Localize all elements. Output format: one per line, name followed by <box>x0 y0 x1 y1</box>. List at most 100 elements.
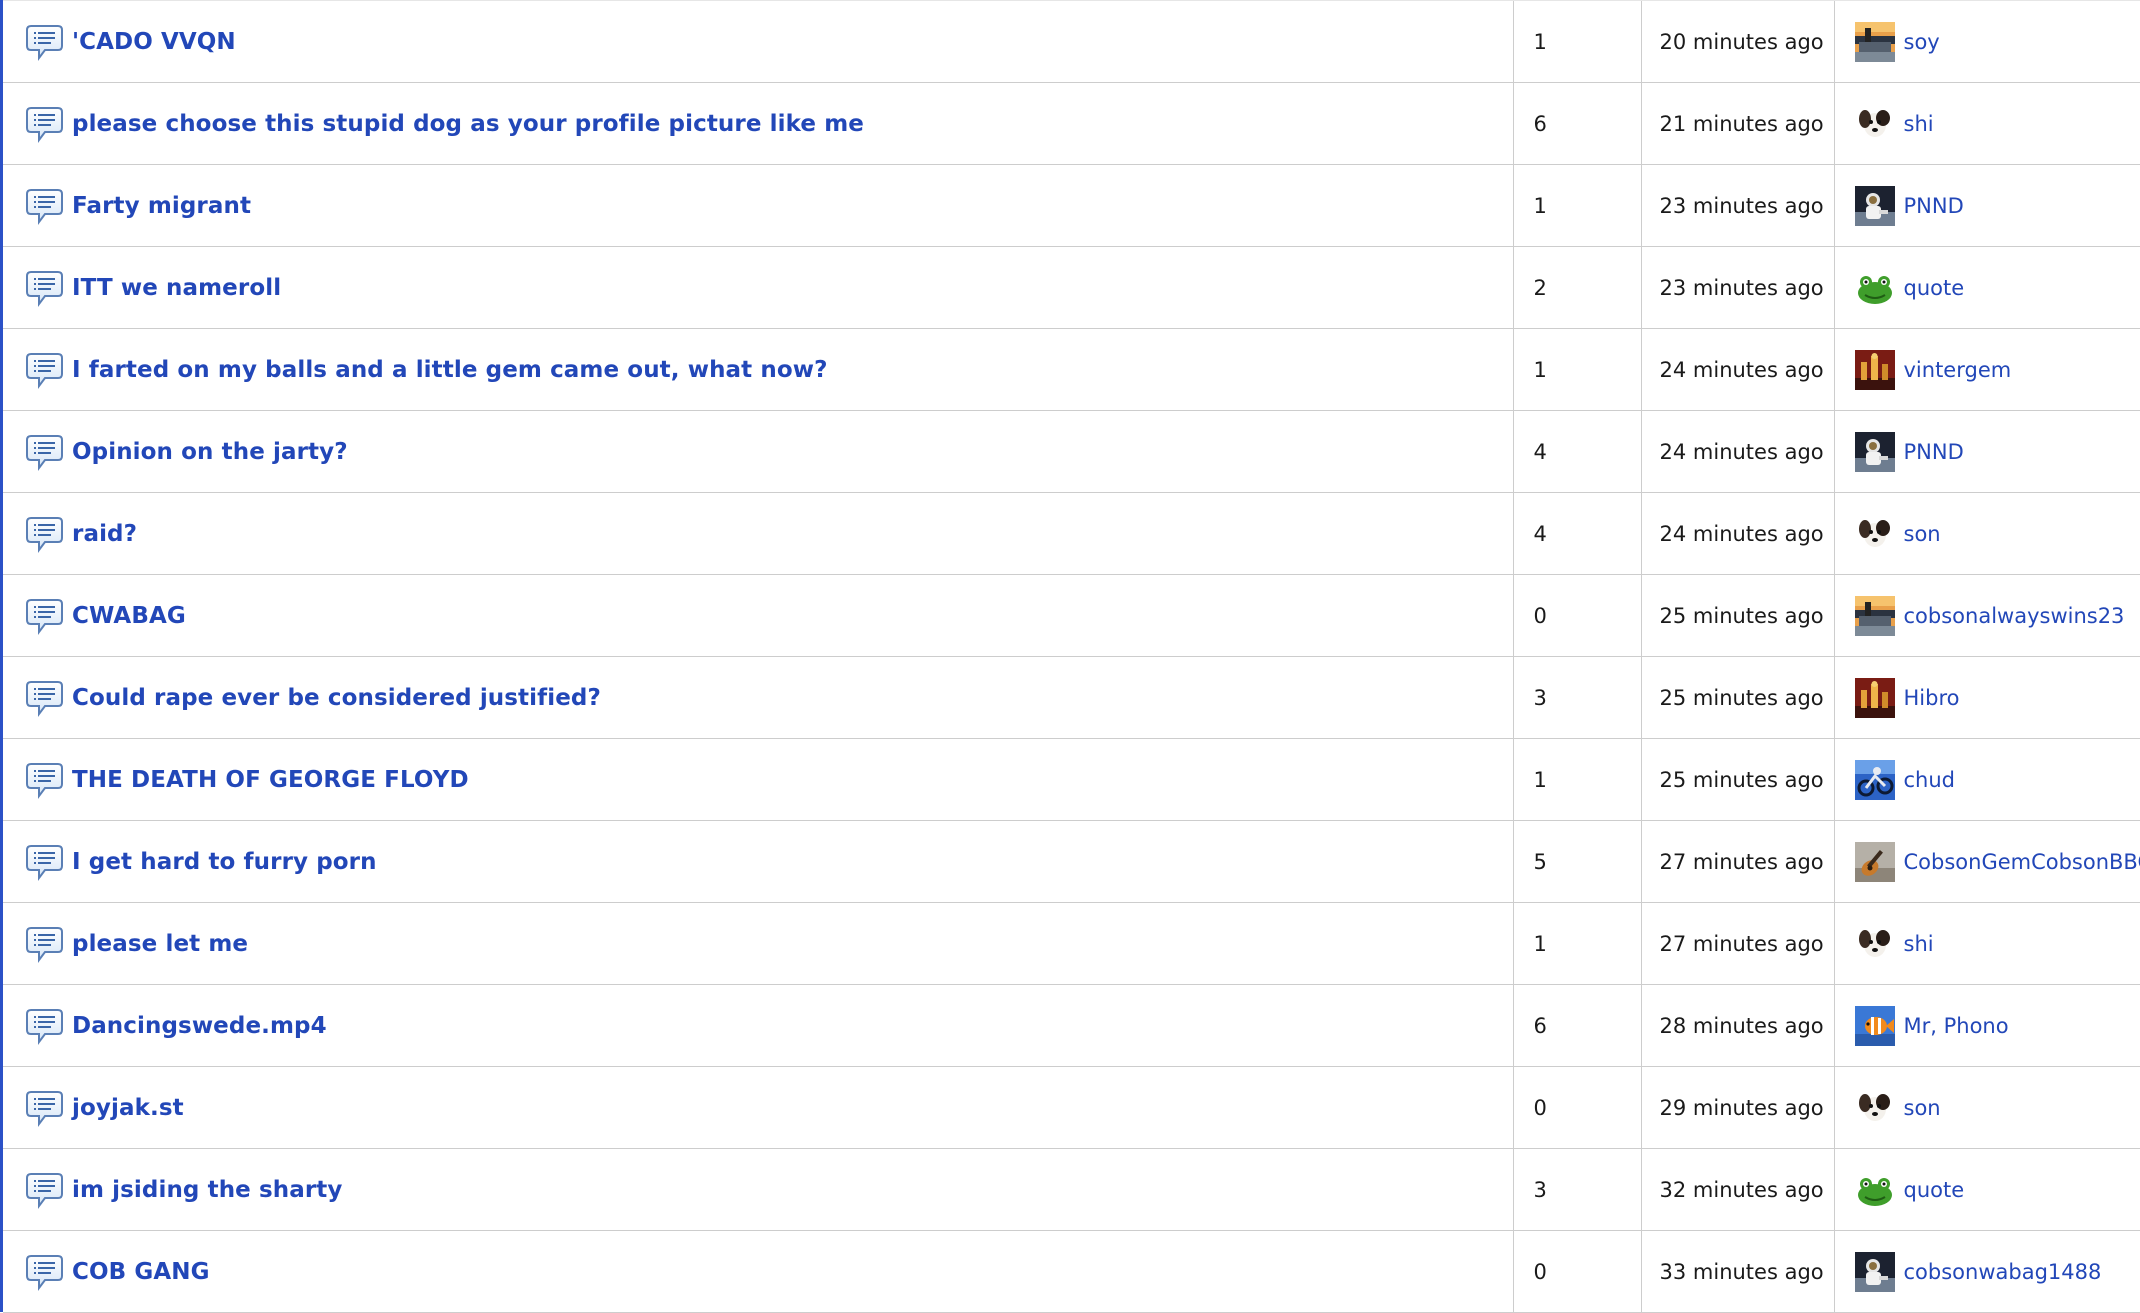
reply-count: 0 <box>1513 1067 1641 1149</box>
topic-bubble-icon <box>25 1007 65 1045</box>
thread-row: Farty migrant 1 23 minutes ago PNND <box>3 165 2140 247</box>
author-link[interactable]: PNND <box>1904 194 1964 218</box>
dog-avatar[interactable] <box>1855 924 1895 964</box>
astronaut-avatar[interactable] <box>1855 432 1895 472</box>
last-post-time: 21 minutes ago <box>1641 83 1834 165</box>
last-post-time: 20 minutes ago <box>1641 1 1834 83</box>
reply-count: 3 <box>1513 1149 1641 1231</box>
thread-title-link[interactable]: Could rape ever be considered justified? <box>72 685 601 711</box>
author-link[interactable]: Hibro <box>1904 686 1960 710</box>
author-link[interactable]: son <box>1904 1096 1941 1120</box>
fish-avatar[interactable] <box>1855 1006 1895 1046</box>
topic-bubble-icon <box>25 515 65 553</box>
bike-avatar[interactable] <box>1855 760 1895 800</box>
thread-title-link[interactable]: 'CADO VVQN <box>72 29 236 55</box>
thread-title-link[interactable]: Opinion on the jarty? <box>72 439 348 465</box>
ship-avatar[interactable] <box>1855 596 1895 636</box>
thread-title-link[interactable]: please let me <box>72 931 248 957</box>
thread-title-cell: Could rape ever be considered justified? <box>3 657 1513 739</box>
thread-title-link[interactable]: Dancingswede.mp4 <box>72 1013 327 1039</box>
last-post-author-cell: son <box>1834 1067 2140 1149</box>
author-link[interactable]: shi <box>1904 932 1934 956</box>
last-post-author-cell: quote <box>1834 1149 2140 1231</box>
thread-title-link[interactable]: I get hard to furry porn <box>72 849 377 875</box>
author-link[interactable]: cobsonalwayswins23 <box>1904 604 2125 628</box>
thread-row: please let me 1 27 minutes ago shi <box>3 903 2140 985</box>
author-link[interactable]: son <box>1904 522 1941 546</box>
reply-count: 1 <box>1513 1 1641 83</box>
last-post-author-cell: CobsonGemCobsonBBC <box>1834 821 2140 903</box>
author-link[interactable]: CobsonGemCobsonBBC <box>1904 850 2140 874</box>
author-link[interactable]: chud <box>1904 768 1956 792</box>
dog-avatar[interactable] <box>1855 104 1895 144</box>
last-post-time: 24 minutes ago <box>1641 411 1834 493</box>
thread-title-link[interactable]: raid? <box>72 521 137 547</box>
topic-bubble-icon <box>25 433 65 471</box>
author-link[interactable]: soy <box>1904 30 1940 54</box>
thread-title-link[interactable]: Farty migrant <box>72 193 251 219</box>
thread-title-link[interactable]: joyjak.st <box>72 1095 184 1121</box>
reply-count: 1 <box>1513 739 1641 821</box>
thread-title-cell: ITT we nameroll <box>3 247 1513 329</box>
reply-count: 4 <box>1513 493 1641 575</box>
thread-title-link[interactable]: I farted on my balls and a little gem ca… <box>72 357 828 383</box>
thread-title-link[interactable]: ITT we nameroll <box>72 275 281 301</box>
thread-row: CWABAG 0 25 minutes ago cobsonalwayswins… <box>3 575 2140 657</box>
thread-table: 'CADO VVQN 1 20 minutes ago soy <box>3 0 2140 1313</box>
author-link[interactable]: vintergem <box>1904 358 2012 382</box>
thread-title-cell: CWABAG <box>3 575 1513 657</box>
astronaut-avatar[interactable] <box>1855 1252 1895 1292</box>
last-post-time: 25 minutes ago <box>1641 739 1834 821</box>
thread-title-link[interactable]: im jsiding the sharty <box>72 1177 343 1203</box>
last-post-time: 28 minutes ago <box>1641 985 1834 1067</box>
last-post-time: 23 minutes ago <box>1641 247 1834 329</box>
reply-count: 2 <box>1513 247 1641 329</box>
reply-count: 1 <box>1513 903 1641 985</box>
last-post-time: 24 minutes ago <box>1641 493 1834 575</box>
thread-row: joyjak.st 0 29 minutes ago son <box>3 1067 2140 1149</box>
thread-title-link[interactable]: please choose this stupid dog as your pr… <box>72 111 864 137</box>
last-post-author-cell: Hibro <box>1834 657 2140 739</box>
author-link[interactable]: shi <box>1904 112 1934 136</box>
topic-bubble-icon <box>25 23 65 61</box>
thread-title-cell: joyjak.st <box>3 1067 1513 1149</box>
author-link[interactable]: quote <box>1904 1178 1965 1202</box>
thread-row: raid? 4 24 minutes ago son <box>3 493 2140 575</box>
author-link[interactable]: Mr, Phono <box>1904 1014 2009 1038</box>
frog-avatar[interactable] <box>1855 268 1895 308</box>
author-link[interactable]: cobsonwabag1488 <box>1904 1260 2102 1284</box>
reply-count: 0 <box>1513 575 1641 657</box>
author-link[interactable]: quote <box>1904 276 1965 300</box>
thread-title-link[interactable]: CWABAG <box>72 603 186 629</box>
chess-avatar[interactable] <box>1855 350 1895 390</box>
topic-bubble-icon <box>25 1089 65 1127</box>
thread-title-cell: please let me <box>3 903 1513 985</box>
ship-avatar[interactable] <box>1855 22 1895 62</box>
author-link[interactable]: PNND <box>1904 440 1964 464</box>
last-post-time: 24 minutes ago <box>1641 329 1834 411</box>
guitar-avatar[interactable] <box>1855 842 1895 882</box>
thread-title-link[interactable]: COB GANG <box>72 1259 210 1285</box>
reply-count: 1 <box>1513 165 1641 247</box>
last-post-author-cell: son <box>1834 493 2140 575</box>
reply-count: 6 <box>1513 985 1641 1067</box>
last-post-time: 27 minutes ago <box>1641 821 1834 903</box>
topic-bubble-icon <box>25 597 65 635</box>
topic-bubble-icon <box>25 761 65 799</box>
chess-avatar[interactable] <box>1855 678 1895 718</box>
dog-avatar[interactable] <box>1855 1088 1895 1128</box>
topic-bubble-icon <box>25 679 65 717</box>
last-post-time: 27 minutes ago <box>1641 903 1834 985</box>
frog-avatar[interactable] <box>1855 1170 1895 1210</box>
reply-count: 6 <box>1513 83 1641 165</box>
thread-title-cell: I get hard to furry porn <box>3 821 1513 903</box>
last-post-time: 29 minutes ago <box>1641 1067 1834 1149</box>
last-post-author-cell: PNND <box>1834 411 2140 493</box>
thread-table-body: 'CADO VVQN 1 20 minutes ago soy <box>3 1 2140 1313</box>
thread-title-link[interactable]: THE DEATH OF GEORGE FLOYD <box>72 767 469 793</box>
last-post-author-cell: chud <box>1834 739 2140 821</box>
dog-avatar[interactable] <box>1855 514 1895 554</box>
last-post-time: 25 minutes ago <box>1641 657 1834 739</box>
astronaut-avatar[interactable] <box>1855 186 1895 226</box>
topic-bubble-icon <box>25 1171 65 1209</box>
